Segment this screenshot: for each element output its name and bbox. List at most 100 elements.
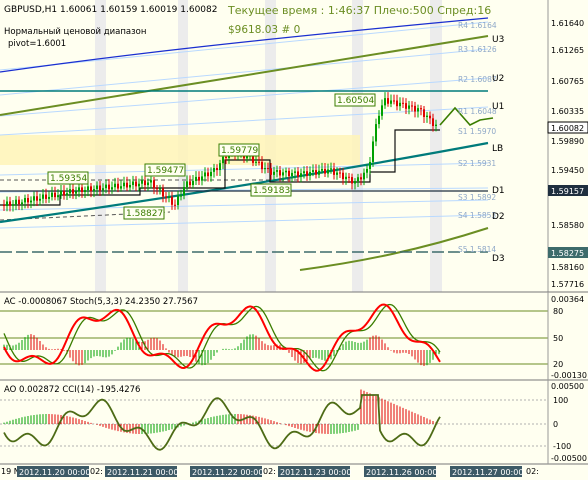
candle-body (405, 103, 407, 109)
candle-body (369, 161, 371, 169)
chart-background (0, 0, 588, 480)
candle-body (288, 170, 290, 177)
time-label: 2012.11.27 00:00 (452, 468, 523, 477)
candle-body (147, 182, 149, 186)
candle-body (156, 188, 158, 190)
time-label: 2012.11.22 00:00 (192, 468, 263, 477)
candle-body (75, 191, 77, 194)
candle-body (273, 171, 275, 175)
candle-body (252, 155, 254, 163)
candle-body (87, 186, 89, 191)
candle-body (15, 199, 17, 205)
candle-body (312, 170, 314, 172)
candle-body (174, 204, 176, 206)
candle-body (165, 196, 167, 198)
candle-body (117, 183, 119, 189)
candle-body (24, 197, 26, 203)
d3-price-label: 1.58275 (551, 249, 584, 258)
annotation-2: 1.59477 (147, 166, 184, 176)
candle-body (141, 180, 143, 184)
candle-body (42, 194, 44, 199)
u2-label: U2 (492, 74, 504, 84)
candle-body (345, 176, 347, 180)
candle-body (84, 190, 86, 193)
candle-body (60, 190, 62, 196)
r1-label: R1 1.6048 (458, 107, 497, 116)
svg-text:0.00500: 0.00500 (551, 382, 584, 391)
candle-body (336, 172, 338, 175)
candle-body (201, 176, 203, 181)
time-label: 02: (90, 467, 103, 476)
candle-body (159, 188, 161, 190)
trading-chart[interactable]: GBPUSD,H1 1.60061 1.60159 1.60019 1.6008… (0, 0, 588, 480)
price-label: 1.59890 (551, 137, 584, 146)
candle-body (318, 170, 320, 175)
candle-body (399, 102, 401, 107)
candle-body (114, 183, 116, 188)
candle-body (93, 189, 95, 192)
candle-body (414, 105, 416, 112)
candle-body (321, 168, 323, 171)
time-label: 19 N (1, 467, 20, 476)
candle-body (372, 141, 374, 162)
svg-text:-0.00500: -0.00500 (551, 454, 587, 463)
candle-body (246, 156, 248, 159)
candle-body (222, 156, 224, 164)
candle-body (189, 181, 191, 186)
candle-body (255, 161, 257, 163)
price-label: 1.61265 (551, 46, 584, 55)
candle-body (57, 195, 59, 198)
svg-text:-100: -100 (553, 442, 571, 451)
candle-body (3, 205, 5, 207)
candle-body (99, 185, 101, 191)
candle-body (306, 171, 308, 176)
candle-body (270, 168, 272, 175)
annotation-1: 1.59354 (50, 174, 87, 184)
candle-body (123, 182, 125, 187)
candle-body (303, 171, 305, 174)
candle-body (282, 172, 284, 176)
s5-label: S5 1.5814 (458, 245, 496, 254)
candle-body (120, 186, 122, 189)
price-label: 1.58580 (551, 221, 584, 230)
candle-body (96, 185, 98, 190)
time-label: 2012.11.23 00:00 (280, 468, 351, 477)
candle-body (69, 189, 71, 194)
candle-body (144, 180, 146, 186)
symbol-info: GBPUSD,H1 1.60061 1.60159 1.60019 1.6008… (4, 5, 217, 15)
candle-body (162, 188, 164, 197)
time-axis[interactable]: 19 N 2012.11.20 00:00 02: 2012.11.21 00:… (1, 466, 539, 477)
candle-body (354, 181, 356, 184)
candle-body (192, 180, 194, 186)
ao-panel-title: AO 0.002872 CCI(14) -195.4276 (4, 385, 140, 395)
candle-body (171, 196, 173, 205)
candle-body (423, 109, 425, 117)
candle-body (417, 108, 419, 112)
time-label: 02: (263, 467, 276, 476)
r4-label: R4 1.6164 (458, 21, 497, 30)
pivot-zone (0, 135, 360, 165)
candle-body (390, 100, 392, 104)
candle-body (168, 196, 170, 198)
svg-text:0: 0 (553, 420, 558, 429)
candle-body (279, 170, 281, 176)
u3-label: U3 (492, 35, 504, 45)
u1-label: U1 (492, 102, 504, 112)
pivot-value: pivot=1.6001 (8, 39, 66, 49)
candle-body (387, 98, 389, 104)
candle-body (66, 193, 68, 196)
candle-body (81, 187, 83, 193)
candle-body (351, 177, 353, 184)
candle-body (384, 98, 386, 106)
candle-body (51, 192, 53, 197)
candle-body (33, 196, 35, 201)
s2-label: S2 1.5931 (458, 159, 496, 168)
candle-body (348, 176, 350, 178)
candle-body (426, 115, 428, 117)
candle-body (153, 180, 155, 189)
candle-body (138, 183, 140, 187)
candle-body (132, 181, 134, 185)
candle-body (21, 202, 23, 205)
candle-body (207, 172, 209, 177)
candle-body (339, 172, 341, 174)
